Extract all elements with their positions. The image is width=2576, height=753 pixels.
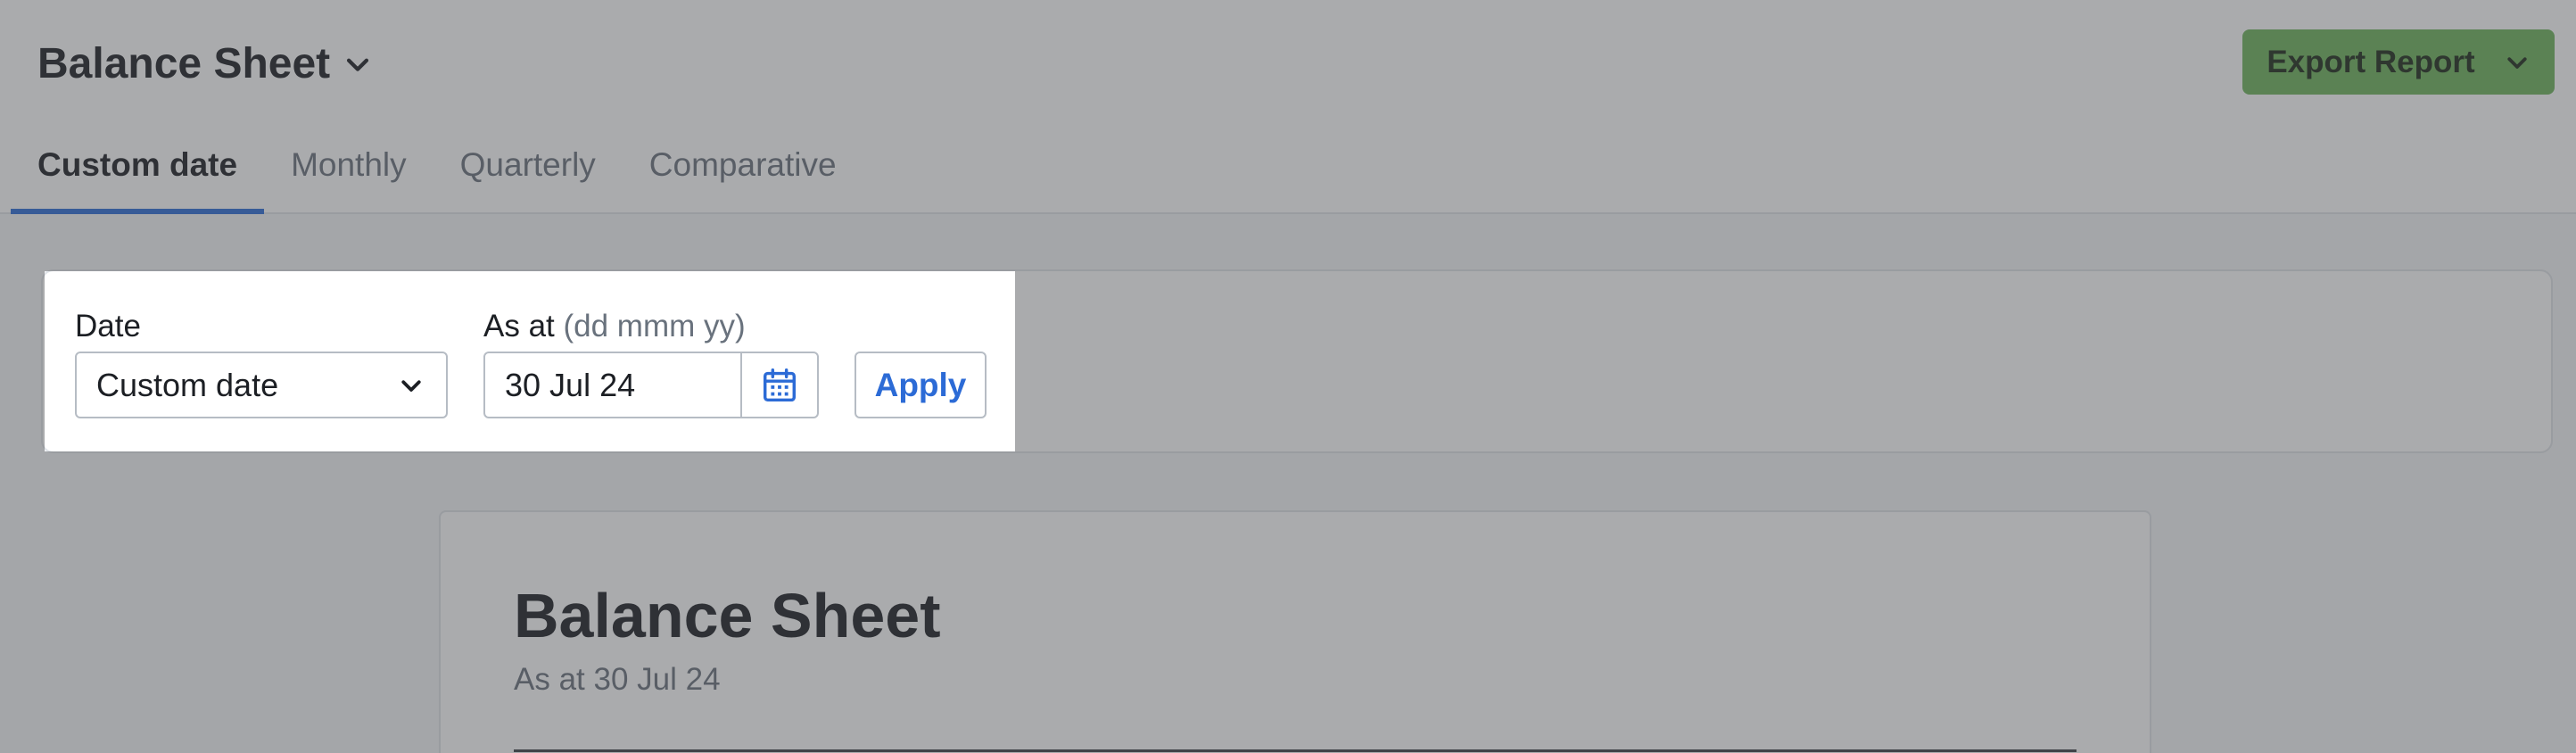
calendar-icon bbox=[763, 368, 797, 401]
calendar-button[interactable] bbox=[740, 353, 817, 417]
report-selector-label: Balance Sheet bbox=[37, 40, 331, 87]
export-report-button[interactable]: Export Report bbox=[2242, 29, 2555, 95]
tab-quarterly[interactable]: Quarterly bbox=[433, 134, 623, 214]
apply-button[interactable]: Apply bbox=[855, 352, 987, 418]
date-select[interactable]: Custom date bbox=[75, 352, 448, 418]
as-at-label: As at (dd mmm yy) bbox=[483, 309, 746, 344]
report-card: Balance Sheet As at 30 Jul 24 bbox=[439, 510, 2151, 753]
as-at-format-hint: (dd mmm yy) bbox=[563, 309, 746, 343]
tab-custom-date[interactable]: Custom date bbox=[11, 134, 265, 214]
tab-monthly[interactable]: Monthly bbox=[264, 134, 433, 214]
app: Balance Sheet Export Report Custom date … bbox=[0, 0, 2576, 753]
export-report-label: Export Report bbox=[2266, 44, 2475, 79]
tab-comparative[interactable]: Comparative bbox=[623, 134, 863, 214]
chevron-down-icon bbox=[401, 379, 421, 392]
date-select-value: Custom date bbox=[96, 366, 279, 403]
as-at-label-text: As at bbox=[483, 309, 555, 343]
report-selector[interactable]: Balance Sheet bbox=[37, 39, 373, 88]
report-date-subtitle: As at 30 Jul 24 bbox=[514, 662, 721, 697]
chevron-down-icon bbox=[347, 58, 369, 71]
report-tabs: Custom date Monthly Quarterly Comparativ… bbox=[11, 134, 863, 214]
report-heading: Balance Sheet bbox=[514, 581, 941, 650]
as-at-date-input[interactable] bbox=[485, 353, 740, 417]
date-label: Date bbox=[75, 309, 141, 343]
report-divider bbox=[514, 749, 2076, 752]
page-header: Balance Sheet Export Report Custom date … bbox=[0, 0, 2576, 214]
chevron-down-icon bbox=[2507, 56, 2527, 69]
as-at-date-field bbox=[483, 352, 819, 418]
